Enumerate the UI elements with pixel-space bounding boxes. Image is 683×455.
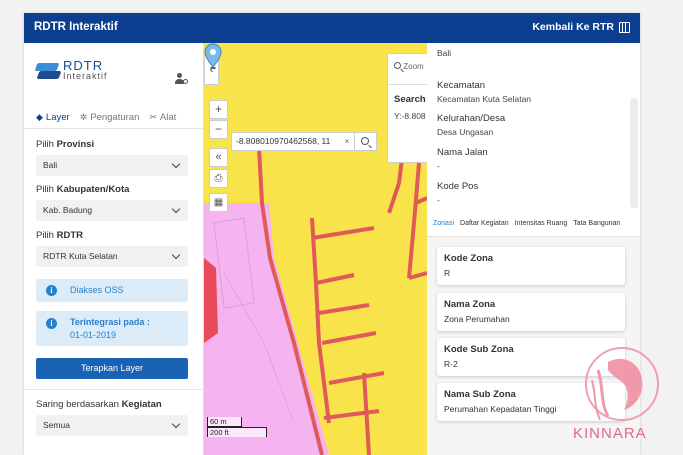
zoom-out-button[interactable]: − bbox=[209, 120, 228, 139]
chevron-down-icon bbox=[171, 419, 181, 429]
tab-pengaturan[interactable]: ✲ Pengaturan bbox=[80, 105, 140, 129]
integration-info-box: i Terintegrasi pada : 01-01-2019 bbox=[36, 311, 188, 346]
filter-value: Semua bbox=[43, 420, 70, 430]
rdtr-label: Pilih RDTR bbox=[36, 230, 83, 241]
search-icon bbox=[360, 137, 369, 145]
kecamatan-detail: Kecamatan Kecamatan Kuta Selatan bbox=[437, 80, 531, 104]
card-value: Zona Perumahan bbox=[444, 314, 510, 324]
jalan-value: - bbox=[437, 161, 440, 171]
rdtr-select[interactable]: RDTR Kuta Selatan bbox=[36, 246, 188, 267]
province-label: Pilih Provinsi bbox=[36, 139, 95, 150]
tab-layer[interactable]: ◆ Layer bbox=[36, 105, 70, 129]
chevron-down-icon bbox=[171, 159, 181, 169]
double-chevron-left-icon[interactable]: « bbox=[209, 148, 228, 167]
info-icon: i bbox=[46, 318, 57, 329]
chevron-down-icon bbox=[171, 204, 181, 214]
coordinate-search-box: -8.808010970462568, 11 × bbox=[231, 132, 377, 151]
location-pin-icon bbox=[204, 43, 222, 69]
app-window: RDTR Interaktif Kembali Ke RTR RDTR Inte… bbox=[24, 13, 640, 455]
rdtr-logo: RDTR Interaktif bbox=[34, 59, 108, 81]
sidebar-tabs: ◆ Layer ✲ Pengaturan ✂ Alat bbox=[24, 105, 204, 129]
tab-alat[interactable]: ✂ Alat bbox=[149, 105, 176, 129]
tab-alat-label: Alat bbox=[159, 111, 177, 123]
rdtr-value: RDTR Kuta Selatan bbox=[43, 251, 118, 261]
y-coordinate-value: Y:-8.808 bbox=[394, 111, 426, 121]
info-icon: i bbox=[46, 285, 57, 296]
divider bbox=[24, 389, 204, 390]
kelurahan-label: Kelurahan/Desa bbox=[437, 113, 506, 124]
zoom-in-button[interactable]: + bbox=[209, 100, 228, 119]
card-value: R bbox=[444, 268, 451, 278]
chevron-down-icon bbox=[171, 250, 181, 260]
logo-mark-icon bbox=[34, 62, 62, 79]
scale-meters: 60 m bbox=[207, 417, 242, 427]
layers-icon: ◆ bbox=[36, 111, 43, 122]
apply-layer-button[interactable]: Terapkan Layer bbox=[36, 358, 188, 379]
province-value: Bali bbox=[43, 160, 58, 170]
kecamatan-label: Kecamatan bbox=[437, 80, 486, 91]
layer-sidebar: RDTR Interaktif ◆ Layer ✲ Pengaturan ✂ A… bbox=[24, 43, 204, 455]
zoning-map[interactable]: ‹ + − « ⎙ ▦ -8.808010970462568, 11 × Zoo… bbox=[204, 43, 427, 455]
clear-icon[interactable]: × bbox=[340, 133, 354, 150]
province-detail-value: Bali bbox=[437, 48, 452, 58]
activity-filter-select[interactable]: Semua bbox=[36, 415, 188, 436]
tab-intensitas-ruang[interactable]: Intensitas Ruang bbox=[515, 211, 568, 236]
zoom-search-panel: Zoom Search Y:-8.808 bbox=[387, 53, 427, 163]
scale-feet: 200 ft bbox=[207, 427, 267, 437]
red-zone bbox=[204, 258, 218, 343]
tab-tata-bangunan[interactable]: Tata Bangunan bbox=[573, 211, 620, 236]
tools-icon: ✂ bbox=[149, 111, 157, 122]
city-value: Kab. Badung bbox=[43, 205, 93, 215]
integration-date: 01-01-2019 bbox=[70, 330, 117, 340]
zoom-search-label: Zoom bbox=[403, 62, 424, 71]
detail-tabs: Zonasi Daftar Kegiatan Intensitas Ruang … bbox=[427, 211, 640, 237]
tab-daftar-kegiatan[interactable]: Daftar Kegiatan bbox=[460, 211, 509, 236]
user-settings-icon[interactable] bbox=[175, 73, 188, 85]
kelurahan-detail: Kelurahan/Desa Desa Ungasan bbox=[437, 113, 505, 137]
scale-bar: 60 m 200 ft bbox=[207, 417, 267, 437]
jalan-label: Nama Jalan bbox=[437, 147, 488, 158]
city-select[interactable]: Kab. Badung bbox=[36, 200, 188, 221]
zoom-search-field[interactable]: Zoom bbox=[394, 62, 424, 71]
print-icon[interactable]: ⎙ bbox=[209, 169, 228, 188]
province-detail: Bali bbox=[437, 45, 451, 58]
jalan-detail: Nama Jalan - bbox=[437, 147, 488, 171]
app-title: RDTR Interaktif bbox=[34, 21, 118, 33]
card-nama-zona: Nama Zona Zona Perumahan bbox=[437, 293, 625, 331]
integration-label: Terintegrasi pada : bbox=[70, 317, 150, 327]
province-select[interactable]: Bali bbox=[36, 155, 188, 176]
search-icon bbox=[394, 62, 401, 69]
divider bbox=[388, 84, 427, 85]
card-label: Nama Zona bbox=[444, 299, 496, 310]
city-label: Pilih Kabupaten/Kota bbox=[36, 184, 130, 195]
coordinate-input[interactable]: -8.808010970462568, 11 bbox=[236, 133, 340, 150]
tab-pengaturan-label: Pengaturan bbox=[90, 111, 140, 123]
kecamatan-value: Kecamatan Kuta Selatan bbox=[437, 94, 532, 104]
logo-subtext: Interaktif bbox=[63, 71, 108, 81]
top-bar: RDTR Interaktif Kembali Ke RTR bbox=[24, 13, 640, 43]
map-icon bbox=[619, 21, 630, 33]
oss-info-text: Diakses OSS bbox=[70, 285, 124, 295]
tab-zonasi[interactable]: Zonasi bbox=[433, 211, 454, 236]
kelurahan-value: Desa Ungasan bbox=[437, 127, 494, 137]
watermark-text: KINNARA bbox=[573, 425, 647, 442]
tab-layer-label: Layer bbox=[45, 111, 70, 123]
qr-code-icon[interactable]: ▦ bbox=[209, 193, 228, 212]
search-button[interactable] bbox=[354, 133, 374, 150]
back-link-label: Kembali Ke RTR bbox=[532, 21, 614, 33]
scrollbar[interactable] bbox=[630, 98, 638, 208]
card-label: Kode Zona bbox=[444, 253, 494, 264]
kodepos-value: - bbox=[437, 195, 440, 205]
oss-info-box: i Diakses OSS bbox=[36, 279, 188, 302]
back-to-rtr-link[interactable]: Kembali Ke RTR bbox=[532, 21, 630, 33]
gear-icon: ✲ bbox=[79, 111, 88, 122]
card-kode-zona: Kode Zona R bbox=[437, 247, 625, 285]
filter-label: Saring berdasarkan Kegiatan bbox=[36, 399, 162, 410]
search-label: Search bbox=[394, 94, 426, 105]
kodepos-label: Kode Pos bbox=[437, 181, 479, 192]
kodepos-detail: Kode Pos - bbox=[437, 181, 478, 205]
